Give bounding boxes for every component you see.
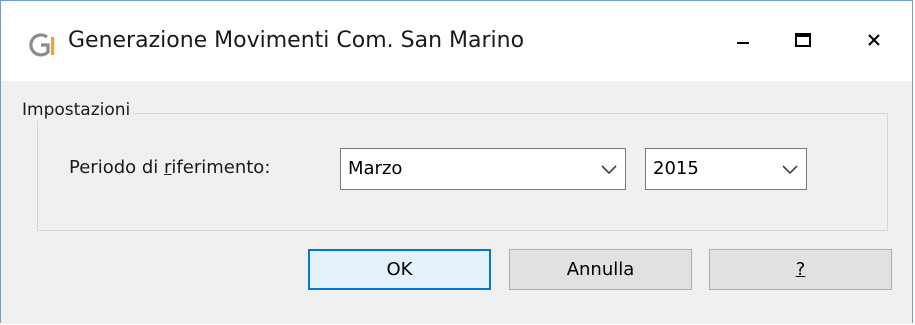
close-icon: [868, 34, 880, 46]
g-brand-logo-icon: [29, 33, 55, 57]
year-combobox-value: 2015: [653, 158, 699, 179]
period-label-prefix: Periodo di: [69, 157, 165, 178]
month-combobox-value: Marzo: [348, 158, 403, 179]
dialog-client-area: Impostazioni Periodo di riferimento: Mar…: [1, 81, 912, 324]
settings-group-legend: Impostazioni: [19, 99, 134, 121]
month-combobox[interactable]: Marzo: [340, 148, 626, 190]
dialog-window: Generazione Movimenti Com. San Marino Im…: [0, 0, 913, 324]
minimize-icon: [737, 42, 749, 44]
help-button-label: ?: [795, 259, 806, 280]
ok-button[interactable]: OK: [308, 249, 491, 290]
period-label: Periodo di riferimento:: [69, 156, 270, 180]
window-title: Generazione Movimenti Com. San Marino: [68, 28, 525, 53]
title-bar[interactable]: Generazione Movimenti Com. San Marino: [1, 1, 912, 81]
period-label-suffix: iferimento:: [171, 157, 271, 178]
year-combobox[interactable]: 2015: [645, 148, 807, 190]
maximize-button[interactable]: [773, 15, 833, 65]
help-button[interactable]: ?: [709, 249, 892, 290]
chevron-down-icon[interactable]: [601, 163, 617, 175]
minimize-button[interactable]: [713, 15, 773, 65]
maximize-icon: [795, 33, 811, 47]
cancel-button[interactable]: Annulla: [509, 249, 692, 290]
chevron-down-icon[interactable]: [782, 163, 798, 175]
close-button[interactable]: [844, 15, 904, 65]
